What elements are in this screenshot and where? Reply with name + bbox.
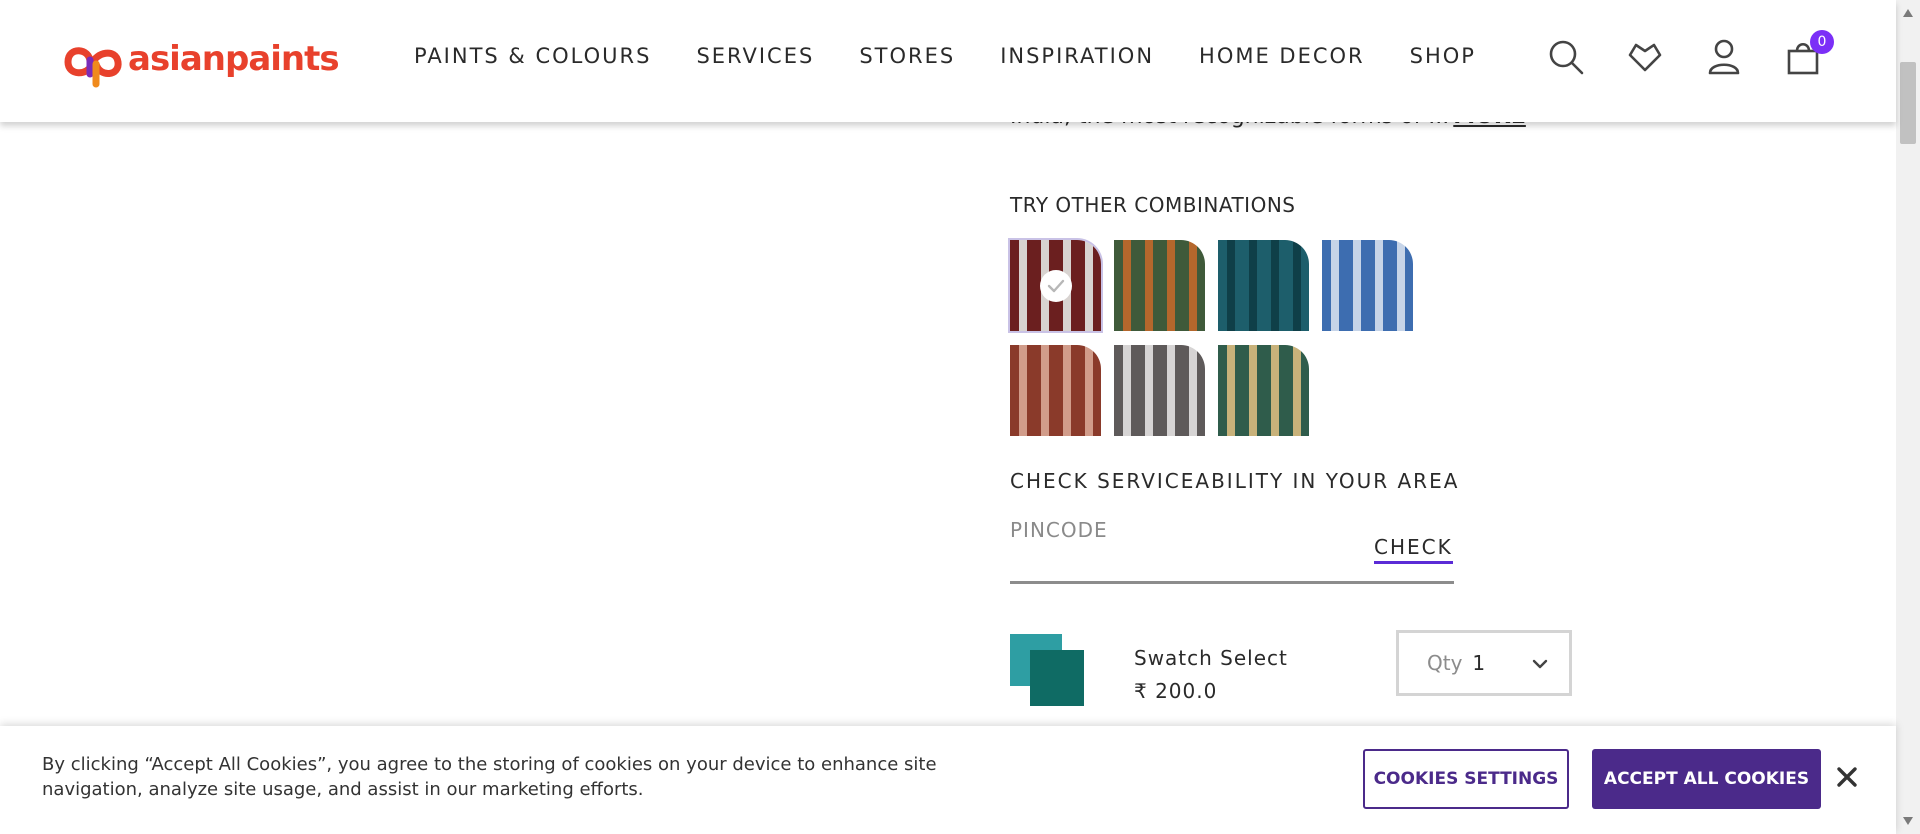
nav-paints-colours[interactable]: PAINTS & COLOURS	[414, 44, 651, 68]
nav-shop[interactable]: SHOP	[1410, 44, 1476, 68]
asianpaints-logo-mark-icon	[64, 47, 122, 88]
combination-swatch-teal-dark[interactable]	[1218, 240, 1309, 331]
serviceability-heading: CHECK SERVICEABILITY IN YOUR AREA	[1010, 469, 1460, 493]
cart-count-badge: 0	[1810, 30, 1834, 54]
cart-icon[interactable]: 0	[1782, 30, 1834, 78]
nav-stores[interactable]: STORES	[859, 44, 955, 68]
heart-icon[interactable]	[1624, 36, 1666, 78]
user-icon[interactable]	[1703, 36, 1745, 78]
combination-swatch-grey-white[interactable]	[1114, 345, 1205, 436]
combination-swatch-maroon-white[interactable]	[1010, 240, 1101, 331]
close-icon[interactable]	[1836, 766, 1858, 788]
combination-swatch-green-sand[interactable]	[1218, 345, 1309, 436]
selected-check-icon	[1040, 270, 1072, 302]
swatch-price: ₹ 200.0	[1134, 679, 1218, 703]
swatch-select-title: Swatch Select	[1134, 646, 1288, 670]
brand-logo[interactable]: asianpaints	[60, 34, 340, 88]
chevron-down-icon	[1532, 659, 1548, 669]
combination-swatch-green-rust[interactable]	[1114, 240, 1205, 331]
combinations-heading: TRY OTHER COMBINATIONS	[1010, 193, 1296, 217]
page-scrollbar[interactable]	[1896, 0, 1920, 834]
main-nav: PAINTS & COLOURS SERVICES STORES INSPIRA…	[414, 44, 1521, 68]
cookies-settings-button[interactable]: COOKIES SETTINGS	[1363, 749, 1569, 809]
qty-label: Qty	[1427, 651, 1463, 675]
qty-value: 1	[1472, 651, 1486, 675]
brand-name: asianpaints	[128, 39, 340, 79]
quantity-dropdown[interactable]: Qty 1	[1396, 630, 1572, 696]
header-actions: 0	[1545, 30, 1861, 78]
combination-swatch-blue-white[interactable]	[1322, 240, 1413, 331]
nav-inspiration[interactable]: INSPIRATION	[1000, 44, 1154, 68]
cookie-banner: By clicking “Accept All Cookies”, you ag…	[0, 726, 1896, 834]
search-icon[interactable]	[1545, 36, 1587, 78]
site-header: asianpaints PAINTS & COLOURS SERVICES ST…	[0, 0, 1896, 122]
check-button[interactable]: CHECK	[1374, 535, 1453, 564]
nav-services[interactable]: SERVICES	[696, 44, 814, 68]
pincode-input[interactable]	[1010, 513, 1370, 547]
scroll-down-arrow-icon[interactable]	[1902, 816, 1914, 826]
accept-all-cookies-button[interactable]: ACCEPT ALL COOKIES	[1592, 749, 1821, 809]
swatch-thumbnail-icon	[1010, 634, 1084, 706]
pincode-underline	[1010, 581, 1454, 584]
cookie-consent-text: By clicking “Accept All Cookies”, you ag…	[42, 754, 937, 800]
nav-home-decor[interactable]: HOME DECOR	[1199, 44, 1365, 68]
combination-swatch-rust-pink[interactable]	[1010, 345, 1101, 436]
scroll-up-arrow-icon[interactable]	[1902, 8, 1914, 18]
scrollbar-thumb[interactable]	[1900, 62, 1916, 144]
